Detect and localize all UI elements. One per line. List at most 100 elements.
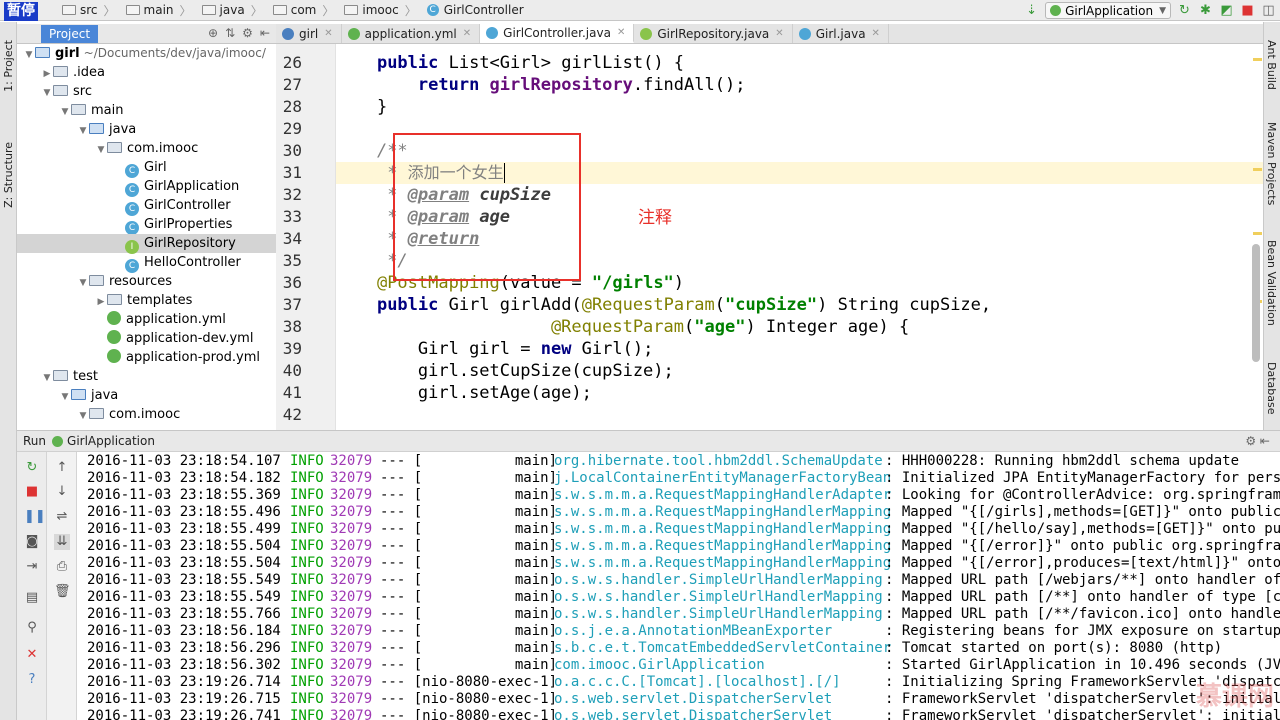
layout-icon[interactable]: ▤ [24,590,40,606]
log-logger[interactable]: o.s.web.servlet.DispatcherServlet [554,708,832,720]
breadcrumb-girlcontroller[interactable]: C GirlController [425,3,526,17]
log-logger[interactable]: o.s.w.s.handler.SimpleUrlHandlerMapping [554,572,883,589]
close-icon[interactable]: ✕ [463,25,471,43]
ant-build-tool-tab[interactable]: Ant Build [1265,40,1278,90]
tree-item[interactable]: application-dev.yml [17,329,276,348]
editor-tab[interactable]: girl ✕ [276,24,342,43]
code-line-38[interactable]: @RequestParam("age") Integer age) { [336,316,1263,338]
trash-icon[interactable]: 🗑 [54,584,71,600]
log-logger[interactable]: com.imooc.GirlApplication [554,657,765,674]
exit-icon[interactable]: ⇥ [24,559,40,575]
tree-item[interactable]: ▼ girl ~/Documents/dev/java/imooc/ [17,44,276,63]
project-view-select[interactable]: Project [41,24,99,43]
log-logger[interactable]: o.s.web.servlet.DispatcherServlet [554,691,832,708]
stop-icon[interactable]: ■ [24,484,40,500]
log-logger[interactable]: s.w.s.m.m.a.RequestMappingHandlerMapping [554,521,891,538]
code-line-40[interactable]: girl.setCupSize(cupSize); [336,360,1263,382]
console-output[interactable]: 2016-11-03 23:18:54.107 INFO 32079 --- [ ma… [77,452,1280,720]
sync-icon[interactable]: ⊕ [208,26,218,40]
database-tool-tab[interactable]: Database [1265,362,1278,415]
code-line-37[interactable]: public Girl girlAdd(@RequestParam("cupSi… [336,294,1263,316]
tree-item[interactable]: I GirlRepository [17,234,276,254]
tree-item[interactable]: ▼ test [17,367,276,386]
arrow-up-icon[interactable]: ↑ [54,460,70,476]
tree-item[interactable]: ▶ .idea [17,63,276,82]
tree-item[interactable]: application.yml [17,310,276,329]
maven-projects-tool-tab[interactable]: Maven Projects [1265,122,1278,205]
editor-tab[interactable]: GirlRepository.java ✕ [634,24,793,43]
help-icon[interactable]: ? [24,672,40,688]
gear-icon[interactable]: ⚙ [242,26,253,40]
breadcrumb-java[interactable]: java 〉 [200,2,271,19]
code-line-28[interactable]: } [336,96,1263,118]
rerun-icon[interactable]: ↻ [1177,3,1192,18]
close-icon[interactable]: ✕ [324,25,332,43]
coverage-icon[interactable]: ◩ [1219,3,1234,18]
pause-icon[interactable]: ❚❚ [24,509,46,525]
breadcrumb-main[interactable]: main 〉 [124,2,200,19]
tree-item[interactable]: ▼ java [17,386,276,405]
log-logger[interactable]: o.s.w.s.handler.SimpleUrlHandlerMapping [554,589,883,606]
hide-icon[interactable]: ⇤ [260,26,270,40]
tree-item[interactable]: C GirlController [17,196,276,216]
log-logger[interactable]: s.w.s.m.m.a.RequestMappingHandlerMapping [554,538,891,555]
dump-threads-icon[interactable]: ◙ [24,534,40,550]
breadcrumb-com[interactable]: com 〉 [271,2,343,19]
editor-tab[interactable]: GirlController.java ✕ [480,24,635,43]
tree-item[interactable]: C GirlApplication [17,177,276,197]
tree-item[interactable]: ▶ templates [17,291,276,310]
build-icon[interactable]: ⇣ [1024,3,1039,18]
code-line-39[interactable]: Girl girl = new Girl(); [336,338,1263,360]
tree-item[interactable]: C GirlProperties [17,215,276,235]
error-stripe-mark[interactable] [1253,168,1262,171]
close-icon[interactable]: ✕ [617,24,625,42]
code-line-27[interactable]: return girlRepository.findAll(); [336,74,1263,96]
tree-item[interactable]: application-prod.yml [17,348,276,367]
collapse-icon[interactable]: ⇅ [225,26,235,40]
run-configuration-select[interactable]: GirlApplication ▼ [1045,2,1171,19]
bean-validation-tool-tab[interactable]: Bean Validation [1265,240,1278,326]
tree-item[interactable]: ▼ main [17,101,276,120]
tree-item[interactable]: C HelloController [17,253,276,273]
pin-icon[interactable]: ⚲ [24,620,40,636]
log-logger[interactable]: s.w.s.m.m.a.RequestMappingHandlerMapping [554,504,891,521]
gear-icon[interactable]: ⚙ ⇤ [1245,434,1270,448]
close-icon[interactable]: ✕ [872,25,880,43]
run-tab-girlapplication[interactable]: GirlApplication [52,434,155,448]
stop-icon[interactable]: ■ [1240,3,1255,18]
code-line-42[interactable] [336,404,1263,426]
breadcrumb-imooc[interactable]: imooc 〉 [342,2,424,19]
structure-tool-tab[interactable]: Z: Structure [2,142,15,208]
expand-down-icon[interactable]: ▼ [77,407,89,426]
print-icon[interactable]: ⎙ [54,559,70,575]
soft-wrap-icon[interactable]: ⇌ [54,509,70,525]
editor-scrollbar[interactable] [1252,244,1260,362]
breadcrumb-src[interactable]: src 〉 [60,2,124,19]
log-logger[interactable]: s.b.c.e.t.TomcatEmbeddedServletContainer [554,640,891,657]
tree-item[interactable]: ▼ com.imooc [17,405,276,424]
log-logger[interactable]: j.LocalContainerEntityManagerFactoryBean [554,470,891,487]
settings-icon[interactable]: ◫ [1261,3,1276,18]
project-tool-tab[interactable]: 1: Project [2,40,15,92]
log-logger[interactable]: o.s.w.s.handler.SimpleUrlHandlerMapping [554,606,883,623]
tree-item[interactable]: ▼ resources [17,272,276,291]
rerun-icon[interactable]: ↻ [24,460,40,476]
code-line-26[interactable]: public List<Girl> girlList() { [336,52,1263,74]
debug-icon[interactable]: ✱ [1198,3,1213,18]
close-icon[interactable]: ✕ [24,647,40,663]
editor-tab[interactable]: Girl.java ✕ [793,24,889,43]
close-icon[interactable]: ✕ [775,25,783,43]
tree-item[interactable]: C Girl [17,158,276,178]
tree-item[interactable]: ▼ com.imooc [17,139,276,158]
scroll-to-end-icon[interactable]: ⇊ [54,534,70,550]
log-logger[interactable]: org.hibernate.tool.hbm2ddl.SchemaUpdate [554,453,883,470]
log-logger[interactable]: s.w.s.m.m.a.RequestMappingHandlerMapping [554,555,891,572]
code-line-41[interactable]: girl.setAge(age); [336,382,1263,404]
log-logger[interactable]: s.w.s.m.m.a.RequestMappingHandlerAdapter [554,487,891,504]
arrow-down-icon[interactable]: ↓ [54,484,70,500]
error-stripe-mark[interactable] [1253,232,1262,235]
log-logger[interactable]: o.a.c.c.C.[Tomcat].[localhost].[/] [554,674,841,691]
log-logger[interactable]: o.s.j.e.a.AnnotationMBeanExporter [554,623,832,640]
error-stripe-mark[interactable] [1253,58,1262,61]
tree-item[interactable]: ▼ java [17,120,276,139]
